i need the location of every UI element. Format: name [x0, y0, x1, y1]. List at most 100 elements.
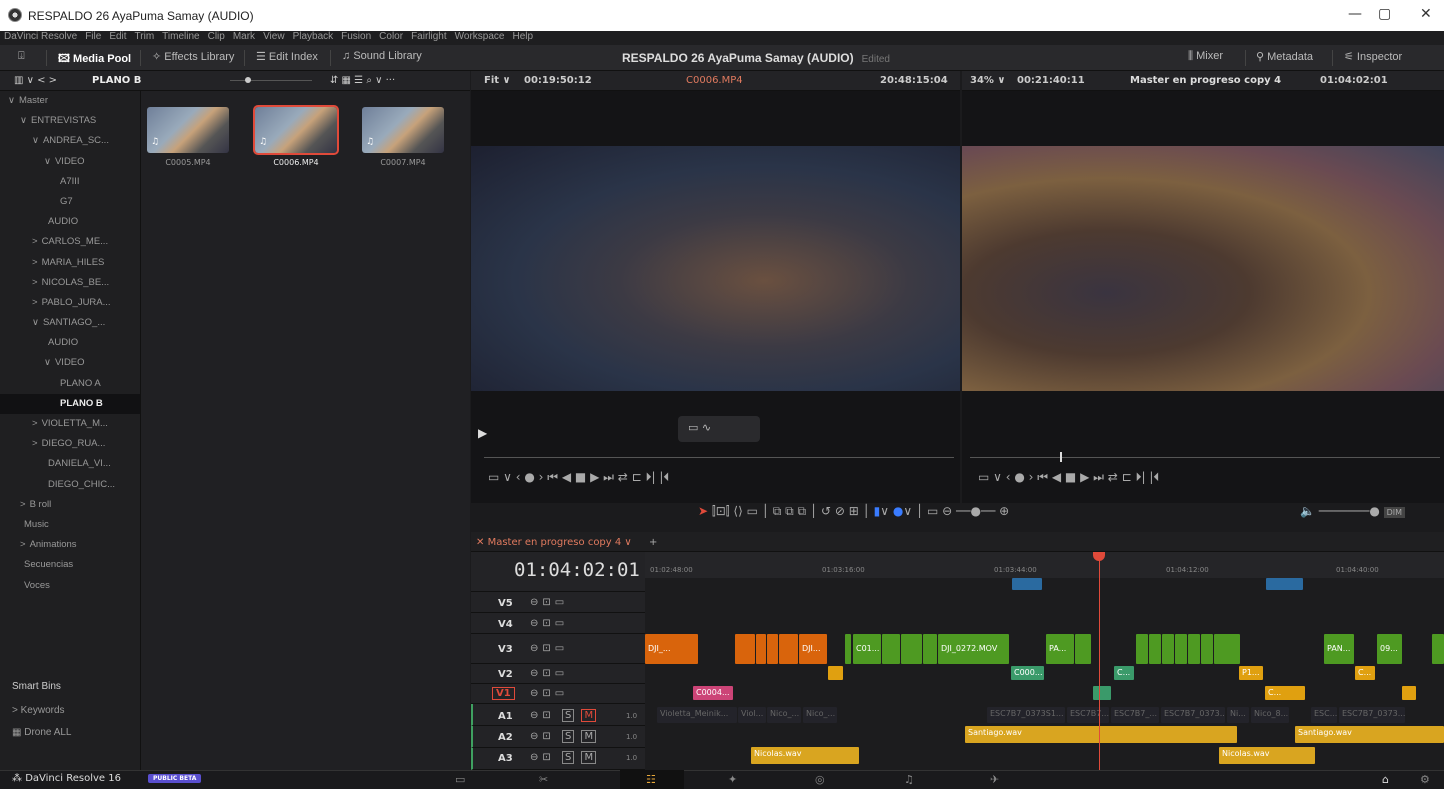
bin-tree-item[interactable]: ∨ ENTREVISTAS [0, 111, 140, 131]
source-clip-name[interactable]: C0006.MP4 [686, 75, 743, 86]
close-button[interactable]: ✕ [1420, 6, 1432, 22]
a1-clip[interactable]: ESC... [1311, 707, 1337, 723]
v3-clip[interactable]: C01... [853, 634, 881, 664]
cut-page-icon[interactable]: ✂ [539, 773, 548, 786]
a1-clip[interactable]: ESC7B7... [1067, 707, 1109, 723]
expand-icon[interactable]: > [32, 257, 38, 268]
menu-item[interactable]: Fairlight [411, 31, 447, 42]
bin-tree-item[interactable]: > CARLOS_ME... [0, 232, 140, 252]
v3-clip[interactable] [767, 634, 778, 664]
bin-tree-item[interactable]: > MARIA_HILES [0, 253, 140, 273]
v3-clip[interactable] [1188, 634, 1200, 664]
bin-tree-item[interactable]: AUDIO [0, 333, 140, 353]
bin-tree-item[interactable]: G7 [0, 192, 140, 212]
v3-clip[interactable]: PA... [1046, 634, 1074, 664]
menu-item[interactable]: Clip [208, 31, 225, 42]
thumb-size-slider[interactable] [230, 80, 312, 81]
video-audio-toggle[interactable]: ▭ ∿ [678, 416, 760, 442]
play-icon[interactable]: ▶ [478, 426, 487, 440]
v3-clip[interactable] [1201, 634, 1213, 664]
expand-icon[interactable]: ∨ [32, 317, 39, 328]
v2-clip[interactable]: C... [1114, 666, 1134, 680]
v3-clip[interactable]: PAN... [1324, 634, 1354, 664]
expand-icon[interactable]: > [32, 438, 38, 449]
v1-clip[interactable] [1093, 686, 1111, 700]
track-controls[interactable]: ⊖⊡▭ [530, 688, 568, 699]
menu-item[interactable]: View [263, 31, 285, 42]
track-controls[interactable]: ⊖⊡▭ [530, 597, 568, 608]
bin-tree-item[interactable]: ∨ VIDEO [0, 353, 140, 373]
clip-thumbnail-selected[interactable]: ♫ [253, 105, 339, 155]
v6-clip[interactable] [1266, 578, 1303, 590]
a2-clip[interactable]: Santiago.wav [1295, 726, 1444, 743]
bin-tree-item[interactable]: Secuencias [0, 555, 140, 575]
v3-clip[interactable] [1075, 634, 1091, 664]
v3-clip[interactable] [1149, 634, 1161, 664]
expand-icon[interactable]: > [32, 277, 38, 288]
a2-clip[interactable]: Santiago.wav [965, 726, 1237, 743]
bin-tree-item[interactable]: DIEGO_CHIC... [0, 475, 140, 495]
menu-item[interactable]: Playback [293, 31, 334, 42]
menu-item[interactable]: Timeline [162, 31, 199, 42]
v3-clip[interactable] [1432, 634, 1444, 664]
v3-clip[interactable]: 09... [1377, 634, 1402, 664]
fusion-page-icon[interactable]: ✦ [728, 773, 737, 786]
bin-tree-item[interactable]: PLANO B [0, 393, 140, 414]
volume-slider[interactable]: 🔈 ───────● DIM [1300, 504, 1406, 518]
expand-icon[interactable]: > [32, 297, 38, 308]
v3-clip[interactable] [779, 634, 798, 664]
expand-icon[interactable]: ∨ [44, 156, 51, 167]
menu-item[interactable]: DaVinci Resolve [4, 31, 77, 42]
a1-clip[interactable]: ESC7B7_... [1111, 707, 1159, 723]
a1-clip[interactable]: Nico_... [767, 707, 801, 723]
bin-tree-item[interactable]: DANIELA_VI... [0, 454, 140, 474]
sound-library-button[interactable]: ♫ Sound Library [342, 50, 422, 66]
v3-clip[interactable]: DJI... [799, 634, 827, 664]
clip-thumbnail[interactable]: ♫ [147, 107, 229, 153]
v1-clip[interactable]: C0004... [693, 686, 733, 700]
bin-tree-item[interactable]: AUDIO [0, 212, 140, 232]
fairlight-page-icon[interactable]: ♫ [904, 773, 914, 786]
a1-clip[interactable]: ESC7B7_0373S1... [987, 707, 1065, 723]
menu-item[interactable]: Color [379, 31, 403, 42]
v2-clip[interactable]: C... [1355, 666, 1375, 680]
v2-clip[interactable]: C000... [1011, 666, 1044, 680]
timeline-scrubber[interactable] [970, 457, 1440, 458]
bin-tree-item[interactable]: > DIEGO_RUA... [0, 434, 140, 454]
thumb-size-knob[interactable] [245, 77, 251, 83]
home-icon[interactable]: ⌂ [1382, 773, 1389, 786]
v3-clip[interactable] [1136, 634, 1148, 664]
expand-icon[interactable]: ∨ [8, 95, 15, 106]
edit-index-button[interactable]: ☰ Edit Index [256, 50, 318, 66]
panel-toggle-icon[interactable]: ▥ ∨ < > [14, 75, 57, 86]
fit-dropdown[interactable]: Fit ∨ [484, 75, 511, 86]
a1-clip[interactable]: ESC7B7_0373... [1161, 707, 1225, 723]
v3-clip[interactable] [845, 634, 851, 664]
bin-tree-item[interactable]: Music [0, 515, 140, 535]
zoom-dropdown[interactable]: 34% ∨ [970, 75, 1006, 86]
bin-tree-item[interactable]: ∨ VIDEO [0, 152, 140, 172]
a1-clip[interactable]: Nico_8... [1251, 707, 1289, 723]
keywords-bin[interactable]: > Keywords [12, 705, 65, 716]
menu-item[interactable]: Workspace [455, 31, 505, 42]
a1-clip[interactable]: ESC7B7_0373... [1339, 707, 1405, 723]
minimize-button[interactable]: — [1348, 6, 1362, 22]
v3-clip[interactable]: DJI_... [645, 634, 698, 664]
a1-clip[interactable]: Ni... [1227, 707, 1249, 723]
maximize-button[interactable]: ▢ [1378, 6, 1391, 22]
expand-icon[interactable]: ∨ [44, 357, 51, 368]
menu-item[interactable]: Edit [109, 31, 126, 42]
bin-tree-item[interactable]: > VIOLETTA_M... [0, 414, 140, 434]
menu-item[interactable]: File [85, 31, 101, 42]
audio-track-controls[interactable]: ⊖⊡ S M [530, 730, 597, 743]
bin-tree-item[interactable]: ∨ SANTIAGO_... [0, 313, 140, 333]
source-scrubber[interactable] [484, 457, 954, 458]
metadata-button[interactable]: ⚲ Metadata [1256, 50, 1313, 66]
bin-tree-item[interactable]: > PABLO_JURA... [0, 293, 140, 313]
expand-icon[interactable]: > [32, 236, 38, 247]
bin-tree-item[interactable]: > Animations [0, 535, 140, 555]
track-controls[interactable]: ⊖⊡▭ [530, 618, 568, 629]
a1-clip[interactable]: Viol... [738, 707, 766, 723]
a3-clip[interactable]: Nicolas.wav [751, 747, 859, 764]
expand-icon[interactable]: > [20, 539, 26, 550]
